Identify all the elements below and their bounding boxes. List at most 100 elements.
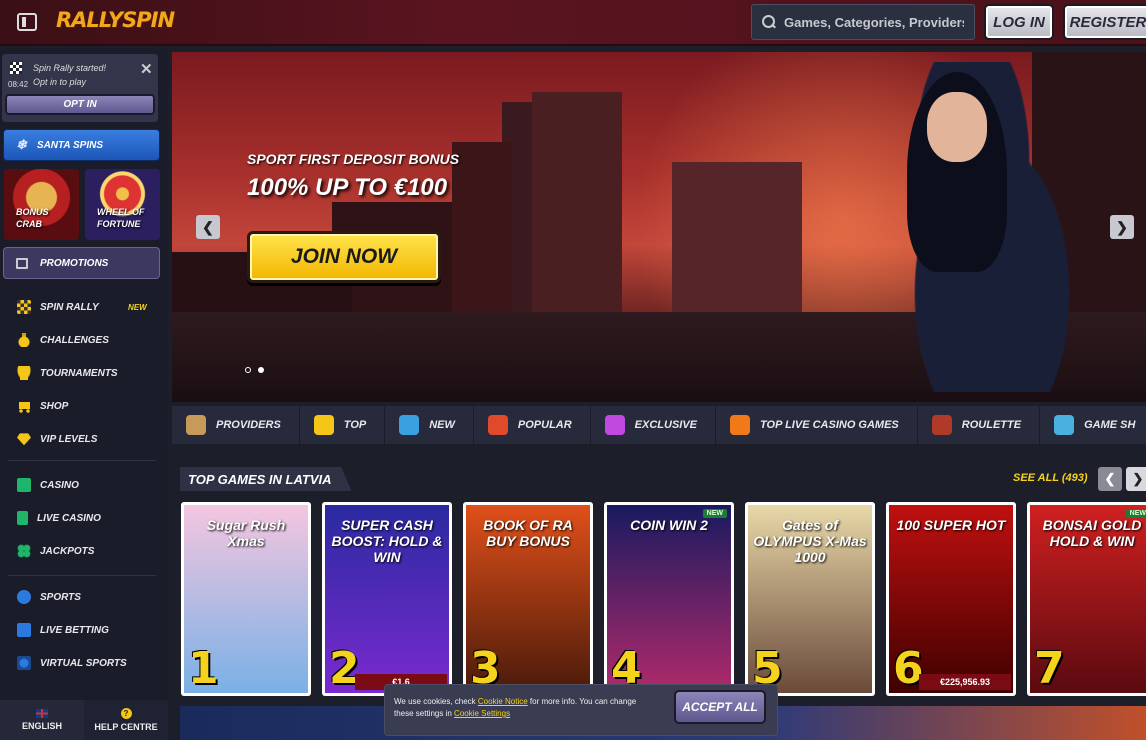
nav-label: TOURNAMENTS: [40, 367, 118, 379]
category-top-live-casino-games[interactable]: TOP LIVE CASINO GAMES: [716, 406, 918, 444]
bonus-crab-tile[interactable]: BONUS CRAB: [4, 169, 79, 240]
game-rank: 7: [1034, 643, 1065, 693]
nav-label: JACKPOTS: [40, 545, 95, 557]
diamond-icon: [17, 433, 31, 446]
games-next-icon[interactable]: ❯: [1126, 467, 1146, 491]
language-button[interactable]: ENGLISH: [0, 700, 84, 740]
search-box[interactable]: [751, 4, 975, 40]
register-button[interactable]: REGISTER: [1063, 4, 1146, 40]
nav-label: VIP LEVELS: [40, 433, 98, 445]
category-bar: PROVIDERS TOP NEW POPULAR EXCLUSIVE TOP LIVE …: [172, 406, 1146, 444]
banner-subtitle: SPORT FIRST DEPOSIT BONUS: [247, 151, 460, 167]
category-exclusive[interactable]: EXCLUSIVE: [591, 406, 717, 444]
nav-jackpots[interactable]: JACKPOTS: [0, 537, 160, 565]
game-title: 100 SUPER HOT: [896, 517, 1006, 533]
game-card[interactable]: Sugar Rush Xmas 1: [181, 502, 311, 696]
gift-icon: [16, 257, 28, 269]
trophy-icon: [17, 366, 31, 380]
game-title: Sugar Rush Xmas: [206, 517, 286, 549]
category-icon: [186, 415, 206, 435]
cookie-settings-link[interactable]: Cookie Settings: [454, 709, 510, 718]
sidebar-toggle-icon[interactable]: [17, 13, 37, 31]
category-icon: [487, 415, 508, 435]
search-input[interactable]: [784, 14, 964, 30]
nav-sports[interactable]: SPORTS: [0, 583, 160, 611]
nav-tournaments[interactable]: TOURNAMENTS: [0, 359, 160, 387]
game-thumbnail: BONSAI GOLD HOLD & WIN 7 NEW: [1030, 505, 1146, 693]
wheel-of-fortune-tile[interactable]: WHEEL OF FORTUNE: [85, 169, 160, 240]
santa-spins-button[interactable]: ❄ SANTA SPINS: [3, 129, 160, 161]
category-game-sh[interactable]: GAME SH: [1040, 406, 1146, 444]
rally-title: Spin Rally started!: [33, 63, 107, 73]
banner-prev-arrow-icon[interactable]: ❮: [196, 215, 220, 239]
category-popular[interactable]: POPULAR: [474, 406, 591, 444]
category-icon: [604, 415, 625, 435]
category-label: TOP: [343, 419, 367, 431]
cookie-text: We use cookies, check Cookie Notice for …: [394, 697, 637, 718]
game-card[interactable]: 100 SUPER HOT 6 €225,956.93: [886, 502, 1016, 696]
slide-dot[interactable]: [245, 367, 251, 373]
nav-spin-rally[interactable]: SPIN RALLY NEW: [0, 293, 160, 321]
game-card[interactable]: Gates of OLYMPUS X-Mas 1000 5: [745, 502, 875, 696]
accept-all-button[interactable]: ACCEPT ALL: [674, 690, 766, 724]
jackpot-amount: €225,956.93: [919, 674, 1011, 690]
help-centre-button[interactable]: ? HELP CENTRE: [84, 700, 168, 740]
building: [672, 162, 802, 332]
spin-rally-notice: 08:42 Spin Rally started! Opt in to play…: [2, 54, 158, 122]
category-label: TOP LIVE CASINO GAMES: [760, 419, 899, 431]
category-roulette[interactable]: ROULETTE: [918, 406, 1041, 444]
see-all-link[interactable]: SEE ALL (493): [1013, 472, 1088, 484]
games-prev-icon[interactable]: ❮: [1098, 467, 1122, 491]
cookie-banner: We use cookies, check Cookie Notice for …: [384, 684, 778, 736]
nav-vip-levels[interactable]: VIP LEVELS: [0, 425, 160, 453]
nav-label: LIVE CASINO: [37, 512, 101, 524]
category-providers[interactable]: PROVIDERS: [172, 406, 300, 444]
nav-challenges[interactable]: CHALLENGES: [0, 326, 160, 354]
nav-live-casino[interactable]: LIVE CASINO: [0, 504, 160, 532]
game-card[interactable]: SUPER CASH BOOST: HOLD & WIN 2 €1,6: [322, 502, 452, 696]
nav-live-betting[interactable]: LIVE BETTING: [0, 616, 160, 644]
game-thumbnail: SUPER CASH BOOST: HOLD & WIN 2 €1,6: [325, 505, 449, 693]
logo[interactable]: RALLYSPIN: [56, 8, 175, 32]
nav-shop[interactable]: SHOP: [0, 392, 160, 420]
category-icon: [931, 415, 952, 435]
category-new[interactable]: NEW: [385, 406, 474, 444]
promotions-button[interactable]: PROMOTIONS: [3, 247, 160, 279]
banner-next-arrow-icon[interactable]: ❯: [1110, 215, 1134, 239]
game-thumbnail: COIN WIN 2 4 NEW: [607, 505, 731, 693]
search-icon: [762, 15, 776, 29]
game-title: Gates of OLYMPUS X-Mas 1000: [753, 517, 867, 565]
medal-icon: [17, 333, 31, 347]
bonus-crab-label: BONUS CRAB: [16, 207, 49, 229]
nav-label: CHALLENGES: [40, 334, 109, 346]
game-card[interactable]: BOOK OF RA BUY BONUS 3: [463, 502, 593, 696]
divider: [8, 460, 156, 461]
nav-virtual-sports[interactable]: VIRTUAL SPORTS: [0, 649, 160, 677]
rally-subtitle: Opt in to play: [33, 77, 87, 87]
new-badge: NEW: [702, 509, 727, 518]
clover-icon: [17, 544, 31, 558]
category-label: EXCLUSIVE: [634, 419, 698, 431]
login-button[interactable]: LOG IN: [984, 4, 1054, 40]
banner-title: 100% UP TO €100: [247, 174, 448, 201]
nav-casino[interactable]: CASINO: [0, 471, 160, 499]
game-thumbnail: Gates of OLYMPUS X-Mas 1000 5: [748, 505, 872, 693]
category-label: ROULETTE: [961, 419, 1022, 431]
category-label: GAME SH: [1084, 419, 1136, 431]
category-icon: [1054, 415, 1075, 435]
close-icon[interactable]: ✕: [140, 60, 153, 78]
game-card[interactable]: BONSAI GOLD HOLD & WIN 7 NEW: [1027, 502, 1146, 696]
game-card[interactable]: COIN WIN 2 4 NEW: [604, 502, 734, 696]
join-now-button[interactable]: JOIN NOW: [247, 231, 441, 283]
cookie-notice-link[interactable]: Cookie Notice: [478, 697, 528, 706]
game-rank: 1: [188, 643, 219, 693]
hero-banner[interactable]: SPORT FIRST DEPOSIT BONUS 100% UP TO €10…: [172, 52, 1146, 402]
banner-character: [872, 62, 1072, 392]
virtual-icon: [17, 656, 31, 670]
category-top[interactable]: TOP: [300, 406, 386, 444]
slide-dot-active[interactable]: [258, 367, 264, 373]
category-label: POPULAR: [517, 419, 572, 431]
wheel-of-fortune-label: WHEEL OF FORTUNE: [97, 207, 145, 229]
opt-in-button[interactable]: OPT IN: [5, 94, 155, 115]
card-icon: [17, 511, 28, 525]
